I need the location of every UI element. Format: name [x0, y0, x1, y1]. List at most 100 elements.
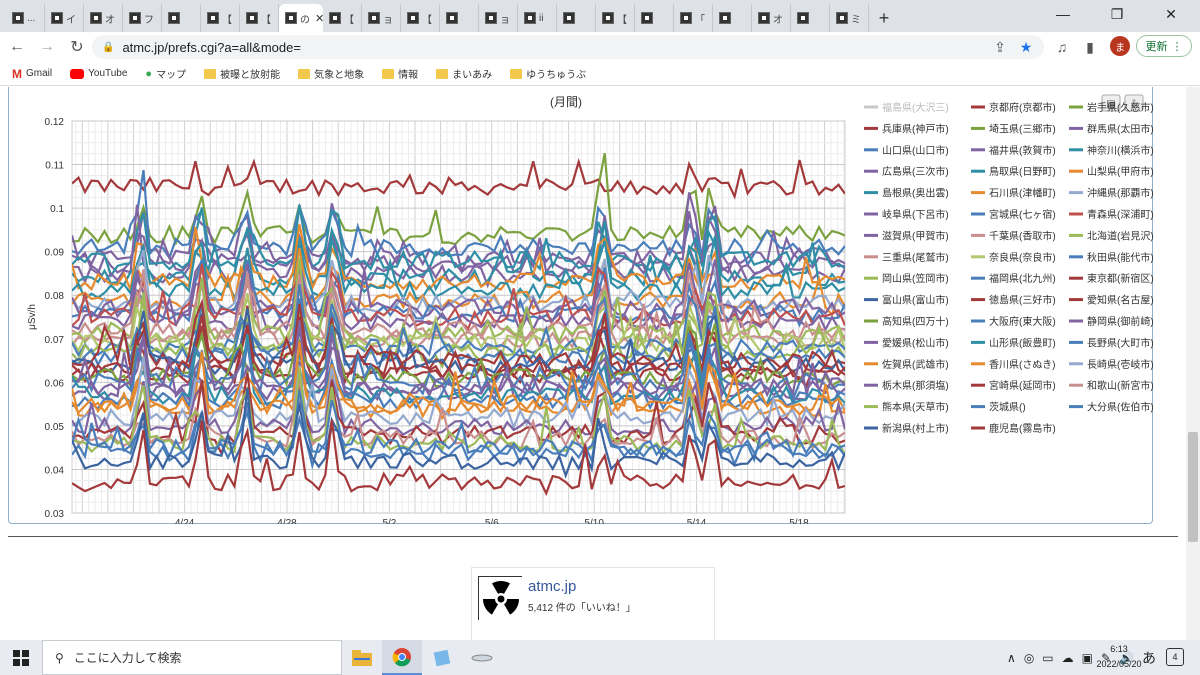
browser-tab[interactable]: 【	[401, 4, 440, 32]
update-button[interactable]: 更新 ⋮	[1136, 35, 1192, 57]
legend-item[interactable]: 大分県(佐伯市)	[1069, 401, 1154, 414]
address-bar[interactable]: 🔒 atmc.jp/prefs.cgi?a=all&mode=	[92, 35, 1044, 59]
legend-item[interactable]: 新潟県(村上市)	[864, 422, 949, 435]
legend-item[interactable]: 奈良県(奈良市)	[971, 251, 1056, 264]
legend-item[interactable]: 大阪府(東大阪)	[971, 315, 1056, 328]
browser-tab[interactable]: 【	[201, 4, 240, 32]
network-status-icon[interactable]: ◎	[1024, 651, 1034, 665]
bookmark-star-icon[interactable]: ★	[1016, 37, 1036, 57]
browser-tab[interactable]: ...	[6, 4, 45, 32]
legend-item[interactable]: 福井県(敦賀市)	[971, 144, 1056, 157]
legend-item[interactable]: 山形県(飯豊町)	[971, 336, 1056, 349]
legend-item[interactable]: 富山県(富山市)	[864, 294, 949, 307]
share-icon[interactable]: ⇪	[990, 37, 1010, 57]
forward-button[interactable]: →	[34, 34, 60, 60]
legend-item[interactable]: 高知県(四万十)	[864, 315, 949, 328]
browser-tab[interactable]: オ	[752, 4, 791, 32]
legend-item[interactable]: 茨城県()	[971, 401, 1026, 414]
onedrive-icon[interactable]: ☁	[1062, 651, 1074, 665]
legend-item[interactable]: 熊本県(天草市)	[864, 401, 949, 414]
legend-item[interactable]: 滋賀県(甲賀市)	[864, 229, 949, 242]
browser-tab[interactable]: 【	[323, 4, 362, 32]
taskbar-clock[interactable]: 6:13 2022/05/20	[1093, 642, 1145, 672]
browser-tab[interactable]: フ	[123, 4, 162, 32]
legend-item[interactable]: 長崎県(壱岐市)	[1069, 358, 1154, 371]
radiation-logo-icon[interactable]	[478, 576, 523, 621]
browser-tab[interactable]: 【	[596, 4, 635, 32]
notification-center-button[interactable]: 4	[1166, 648, 1184, 666]
legend-item[interactable]: 千葉県(香取市)	[971, 229, 1056, 242]
legend-item[interactable]: 香川県(さぬき)	[971, 359, 1055, 371]
legend-item[interactable]: 岐阜県(下呂市)	[864, 208, 949, 221]
legend-item[interactable]: 山梨県(甲府市)	[1069, 165, 1154, 178]
browser-tab[interactable]	[635, 4, 674, 32]
legend-item[interactable]: 岩手県(久慈市)	[1069, 101, 1154, 114]
legend-item[interactable]: 宮崎県(延岡市)	[971, 379, 1056, 392]
back-button[interactable]: ←	[4, 34, 30, 60]
legend-item[interactable]: 山口県(山口市)	[864, 144, 949, 157]
minimize-button[interactable]: —	[1040, 0, 1086, 28]
legend-item[interactable]: 福島県(大沢三)	[864, 101, 949, 114]
legend-item[interactable]: 群馬県(太田市)	[1069, 122, 1154, 135]
display-icon[interactable]: ▣	[1082, 651, 1093, 665]
legend-item[interactable]: 沖縄県(那覇市)	[1069, 187, 1154, 200]
legend-item[interactable]: 佐賀県(武雄市)	[864, 358, 949, 371]
profile-avatar[interactable]: ま	[1110, 36, 1130, 56]
legend-item[interactable]: 東京都(新宿区)	[1069, 272, 1154, 285]
page-scrollbar[interactable]	[1186, 87, 1200, 640]
legend-item[interactable]: 和歌山(新宮市)	[1069, 379, 1154, 392]
browser-tab[interactable]: 【	[240, 4, 279, 32]
lock-icon[interactable]: 🔒	[102, 42, 114, 53]
legend-item[interactable]: 愛媛県(松山市)	[864, 336, 949, 349]
close-tab-icon[interactable]: ✕	[315, 12, 323, 25]
bookmark-item[interactable]: まいあみ	[436, 66, 492, 81]
scroll-thumb[interactable]	[1188, 432, 1198, 542]
browser-tab[interactable]: オ	[84, 4, 123, 32]
legend-item[interactable]: 岡山県(笠岡市)	[864, 272, 949, 285]
bookmark-item[interactable]: M Gmail	[12, 67, 52, 81]
page-name-link[interactable]: atmc.jp	[528, 578, 576, 595]
notepad-icon[interactable]	[422, 640, 462, 675]
legend-item[interactable]: 広島県(三次市)	[864, 165, 949, 178]
bookmark-item[interactable]: YouTube	[70, 68, 127, 79]
browser-tab[interactable]	[162, 4, 201, 32]
file-explorer-icon[interactable]	[342, 640, 382, 675]
browser-tab[interactable]: イ	[45, 4, 84, 32]
legend-item[interactable]: 島根県(奥出雲)	[864, 187, 949, 200]
legend-item[interactable]: 鳥取県(日野町)	[971, 165, 1056, 178]
legend-item[interactable]: 鹿児島(霧島市)	[971, 422, 1056, 435]
browser-tab[interactable]	[440, 4, 479, 32]
legend-item[interactable]: 三重県(尾鷲市)	[864, 251, 949, 264]
start-button[interactable]	[0, 640, 42, 675]
side-panel-icon[interactable]: ▮	[1080, 37, 1100, 57]
legend-item[interactable]: 埼玉県(三郷市)	[971, 122, 1056, 135]
bookmark-item[interactable]: ゆうちゅうぶ	[510, 66, 586, 81]
browser-tab[interactable]	[713, 4, 752, 32]
legend-item[interactable]: 北海道(岩見沢)	[1069, 229, 1154, 242]
browser-tab[interactable]	[557, 4, 596, 32]
close-window-button[interactable]: ✕	[1148, 0, 1194, 28]
legend-item[interactable]: 石川県(津幡町)	[971, 187, 1056, 200]
legend-item[interactable]: 青森県(深浦町)	[1069, 208, 1154, 221]
media-control-icon[interactable]: ♫	[1052, 37, 1072, 57]
legend-item[interactable]: 愛知県(名古屋)	[1069, 294, 1154, 307]
legend-item[interactable]: 神奈川(横浜市)	[1069, 144, 1154, 157]
chrome-taskbar-icon[interactable]	[382, 640, 422, 675]
browser-tab[interactable]: ii	[518, 4, 557, 32]
legend-item[interactable]: 兵庫県(神戸市)	[864, 122, 949, 135]
browser-tab[interactable]: の ✕	[279, 4, 323, 32]
taskbar-search[interactable]: ⚲ ここに入力して検索	[42, 640, 342, 675]
browser-tab[interactable]: ミ	[830, 4, 869, 32]
legend-item[interactable]: 静岡県(御前崎)	[1069, 315, 1154, 328]
legend-item[interactable]: 宮城県(七ヶ宿)	[971, 208, 1056, 221]
browser-tab[interactable]: 「	[674, 4, 713, 32]
bookmark-item[interactable]: 被曝と放射能	[204, 66, 280, 81]
legend-item[interactable]: 福岡県(北九州)	[971, 272, 1056, 285]
battery-icon[interactable]: ▭	[1042, 651, 1053, 665]
bookmark-item[interactable]: 情報	[382, 66, 418, 81]
restore-button[interactable]: ❐	[1094, 0, 1140, 28]
legend-item[interactable]: 長野県(大町市)	[1069, 336, 1154, 349]
bookmark-item[interactable]: ● マップ	[145, 66, 186, 82]
legend-item[interactable]: 京都府(京都市)	[971, 101, 1056, 114]
legend-item[interactable]: 栃木県(那須塩)	[864, 379, 949, 392]
